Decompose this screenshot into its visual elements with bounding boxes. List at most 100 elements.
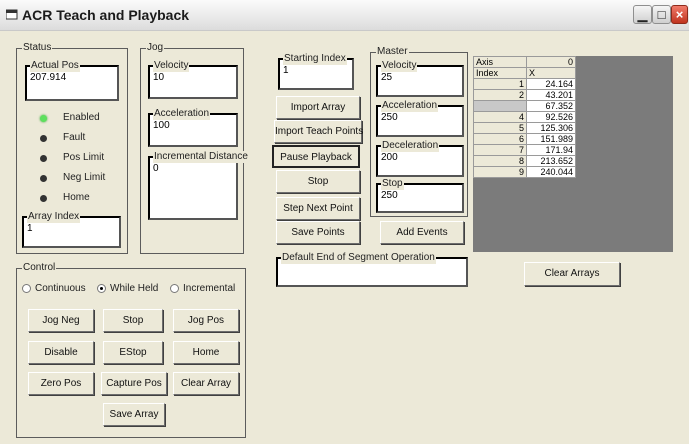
estop-button[interactable]: EStop <box>103 341 163 364</box>
minimize-button[interactable]: ▁ <box>633 5 652 24</box>
table-row[interactable]: 7 171.94 <box>473 144 576 156</box>
row-x-value[interactable]: 151.989 <box>526 133 576 145</box>
master-deceleration-value: 200 <box>381 152 398 163</box>
axis-data-grid[interactable]: Axis 0 Index X 1 24.164 2 43.201 67.352 … <box>473 56 673 252</box>
table-row[interactable]: 9 240.044 <box>473 166 576 178</box>
row-index: 4 <box>473 111 527 123</box>
enabled-led-icon <box>40 115 47 122</box>
master-velocity-value: 25 <box>381 72 393 83</box>
pause-playback-button[interactable]: Pause Playback <box>272 145 360 168</box>
table-row[interactable]: 4 92.526 <box>473 111 576 123</box>
title-bar: ACR Teach and Playback ▁ □ × <box>0 0 689 31</box>
axis-value: 0 <box>526 56 576 68</box>
capture-pos-button[interactable]: Capture Pos <box>101 372 167 395</box>
close-icon: × <box>675 7 684 22</box>
zero-pos-button[interactable]: Zero Pos <box>28 372 94 395</box>
axis-label: Axis <box>473 56 527 68</box>
master-acceleration-value: 250 <box>381 112 398 123</box>
jog-stop-button[interactable]: Stop <box>103 309 163 332</box>
row-x-value[interactable]: 43.201 <box>526 89 576 101</box>
radio-icon <box>97 284 106 293</box>
starting-index-label: Starting Index <box>283 53 347 65</box>
row-x-value[interactable]: 125.306 <box>526 122 576 134</box>
neg-limit-led-icon <box>40 175 47 182</box>
jog-acceleration-label: Acceleration <box>153 108 211 120</box>
indicator-label-enabled: Enabled <box>63 112 100 123</box>
radio-icon <box>170 284 179 293</box>
jog-velocity-label: Velocity <box>153 60 190 72</box>
row-x-value[interactable]: 92.526 <box>526 111 576 123</box>
step-next-point-button[interactable]: Step Next Point <box>276 197 360 220</box>
master-deceleration-label: Deceleration <box>381 140 440 152</box>
status-group: Status Actual Pos 207.914 Enabled Fault … <box>16 42 128 254</box>
table-row[interactable]: 8 213.652 <box>473 155 576 167</box>
table-row[interactable]: 5 125.306 <box>473 122 576 134</box>
indicator-label-fault: Fault <box>63 132 86 143</box>
row-x-value[interactable]: 24.164 <box>526 78 576 90</box>
master-stop-value: 250 <box>381 190 398 201</box>
row-index: 7 <box>473 144 527 156</box>
master-velocity-label: Velocity <box>381 60 418 72</box>
axis-table: Axis 0 Index X 1 24.164 2 43.201 67.352 … <box>473 56 576 178</box>
array-index-label: Array Index <box>27 211 81 223</box>
home-led-icon <box>40 195 47 202</box>
jog-pos-button[interactable]: Jog Pos <box>173 309 239 332</box>
master-legend: Master <box>376 46 409 58</box>
jog-group: Jog Velocity 10 Acceleration 100 Increme… <box>140 42 249 254</box>
table-row[interactable]: 2 43.201 <box>473 89 576 101</box>
array-index-field[interactable]: Array Index 1 <box>22 211 121 248</box>
row-index: 2 <box>473 89 527 101</box>
window-title: ACR Teach and Playback <box>22 7 190 23</box>
home-button[interactable]: Home <box>173 341 239 364</box>
control-group: Control Continuous While Held Incrementa… <box>16 262 246 438</box>
row-x-value[interactable]: 171.94 <box>526 144 576 156</box>
mode-while-held-label: While Held <box>110 283 159 294</box>
minimize-icon: ▁ <box>637 7 648 22</box>
column-x-label: X <box>526 67 576 79</box>
playback-stop-button[interactable]: Stop <box>276 170 360 193</box>
table-row[interactable]: 67.352 <box>473 100 576 112</box>
add-events-button[interactable]: Add Events <box>380 221 464 244</box>
incremental-distance-label: Incremental Distance <box>153 151 249 163</box>
disable-button[interactable]: Disable <box>28 341 94 364</box>
clear-array-button[interactable]: Clear Array <box>173 372 239 395</box>
close-button[interactable]: × <box>671 5 688 24</box>
table-row[interactable]: 1 24.164 <box>473 78 576 90</box>
app-icon <box>6 9 18 20</box>
clear-arrays-button[interactable]: Clear Arrays <box>524 262 620 286</box>
control-legend: Control <box>22 262 57 274</box>
row-index: 9 <box>473 166 527 178</box>
row-x-value[interactable]: 67.352 <box>526 100 576 112</box>
save-points-button[interactable]: Save Points <box>276 221 360 244</box>
mode-continuous-label: Continuous <box>35 283 86 294</box>
import-teach-points-button[interactable]: Import Teach Points <box>274 120 363 143</box>
master-group: Master Velocity 25 Acceleration 250 Dece… <box>370 46 468 217</box>
radio-icon <box>22 284 31 293</box>
import-array-button[interactable]: Import Array <box>276 96 360 119</box>
master-velocity-field[interactable]: Velocity 25 <box>376 60 464 97</box>
master-stop-field[interactable]: Stop 250 <box>376 178 464 213</box>
indicator-label-home: Home <box>63 192 90 203</box>
actual-pos-field: Actual Pos 207.914 <box>25 60 119 101</box>
status-legend: Status <box>22 42 53 54</box>
incremental-distance-field[interactable]: Incremental Distance 0 <box>148 151 249 220</box>
jog-velocity-field[interactable]: Velocity 10 <box>148 60 238 99</box>
save-array-button[interactable]: Save Array <box>103 403 165 426</box>
actual-pos-value: 207.914 <box>30 72 67 83</box>
master-deceleration-field[interactable]: Deceleration 200 <box>376 140 464 177</box>
row-index: 8 <box>473 155 527 167</box>
starting-index-field[interactable]: Starting Index 1 <box>278 53 354 90</box>
jog-neg-button[interactable]: Jog Neg <box>28 309 94 332</box>
default-eos-field[interactable]: Default End of Segment Operation <box>276 252 468 287</box>
jog-acceleration-field[interactable]: Acceleration 100 <box>148 108 238 147</box>
row-x-value[interactable]: 213.652 <box>526 155 576 167</box>
row-x-value[interactable]: 240.044 <box>526 166 576 178</box>
master-acceleration-field[interactable]: Acceleration 250 <box>376 100 464 137</box>
master-stop-label: Stop <box>381 178 404 190</box>
table-row[interactable]: 6 151.989 <box>473 133 576 145</box>
maximize-button[interactable]: □ <box>652 5 671 24</box>
jog-legend: Jog <box>146 42 165 54</box>
master-acceleration-label: Acceleration <box>381 100 439 112</box>
actual-pos-label: Actual Pos <box>30 60 80 72</box>
pos-limit-led-icon <box>40 155 47 162</box>
